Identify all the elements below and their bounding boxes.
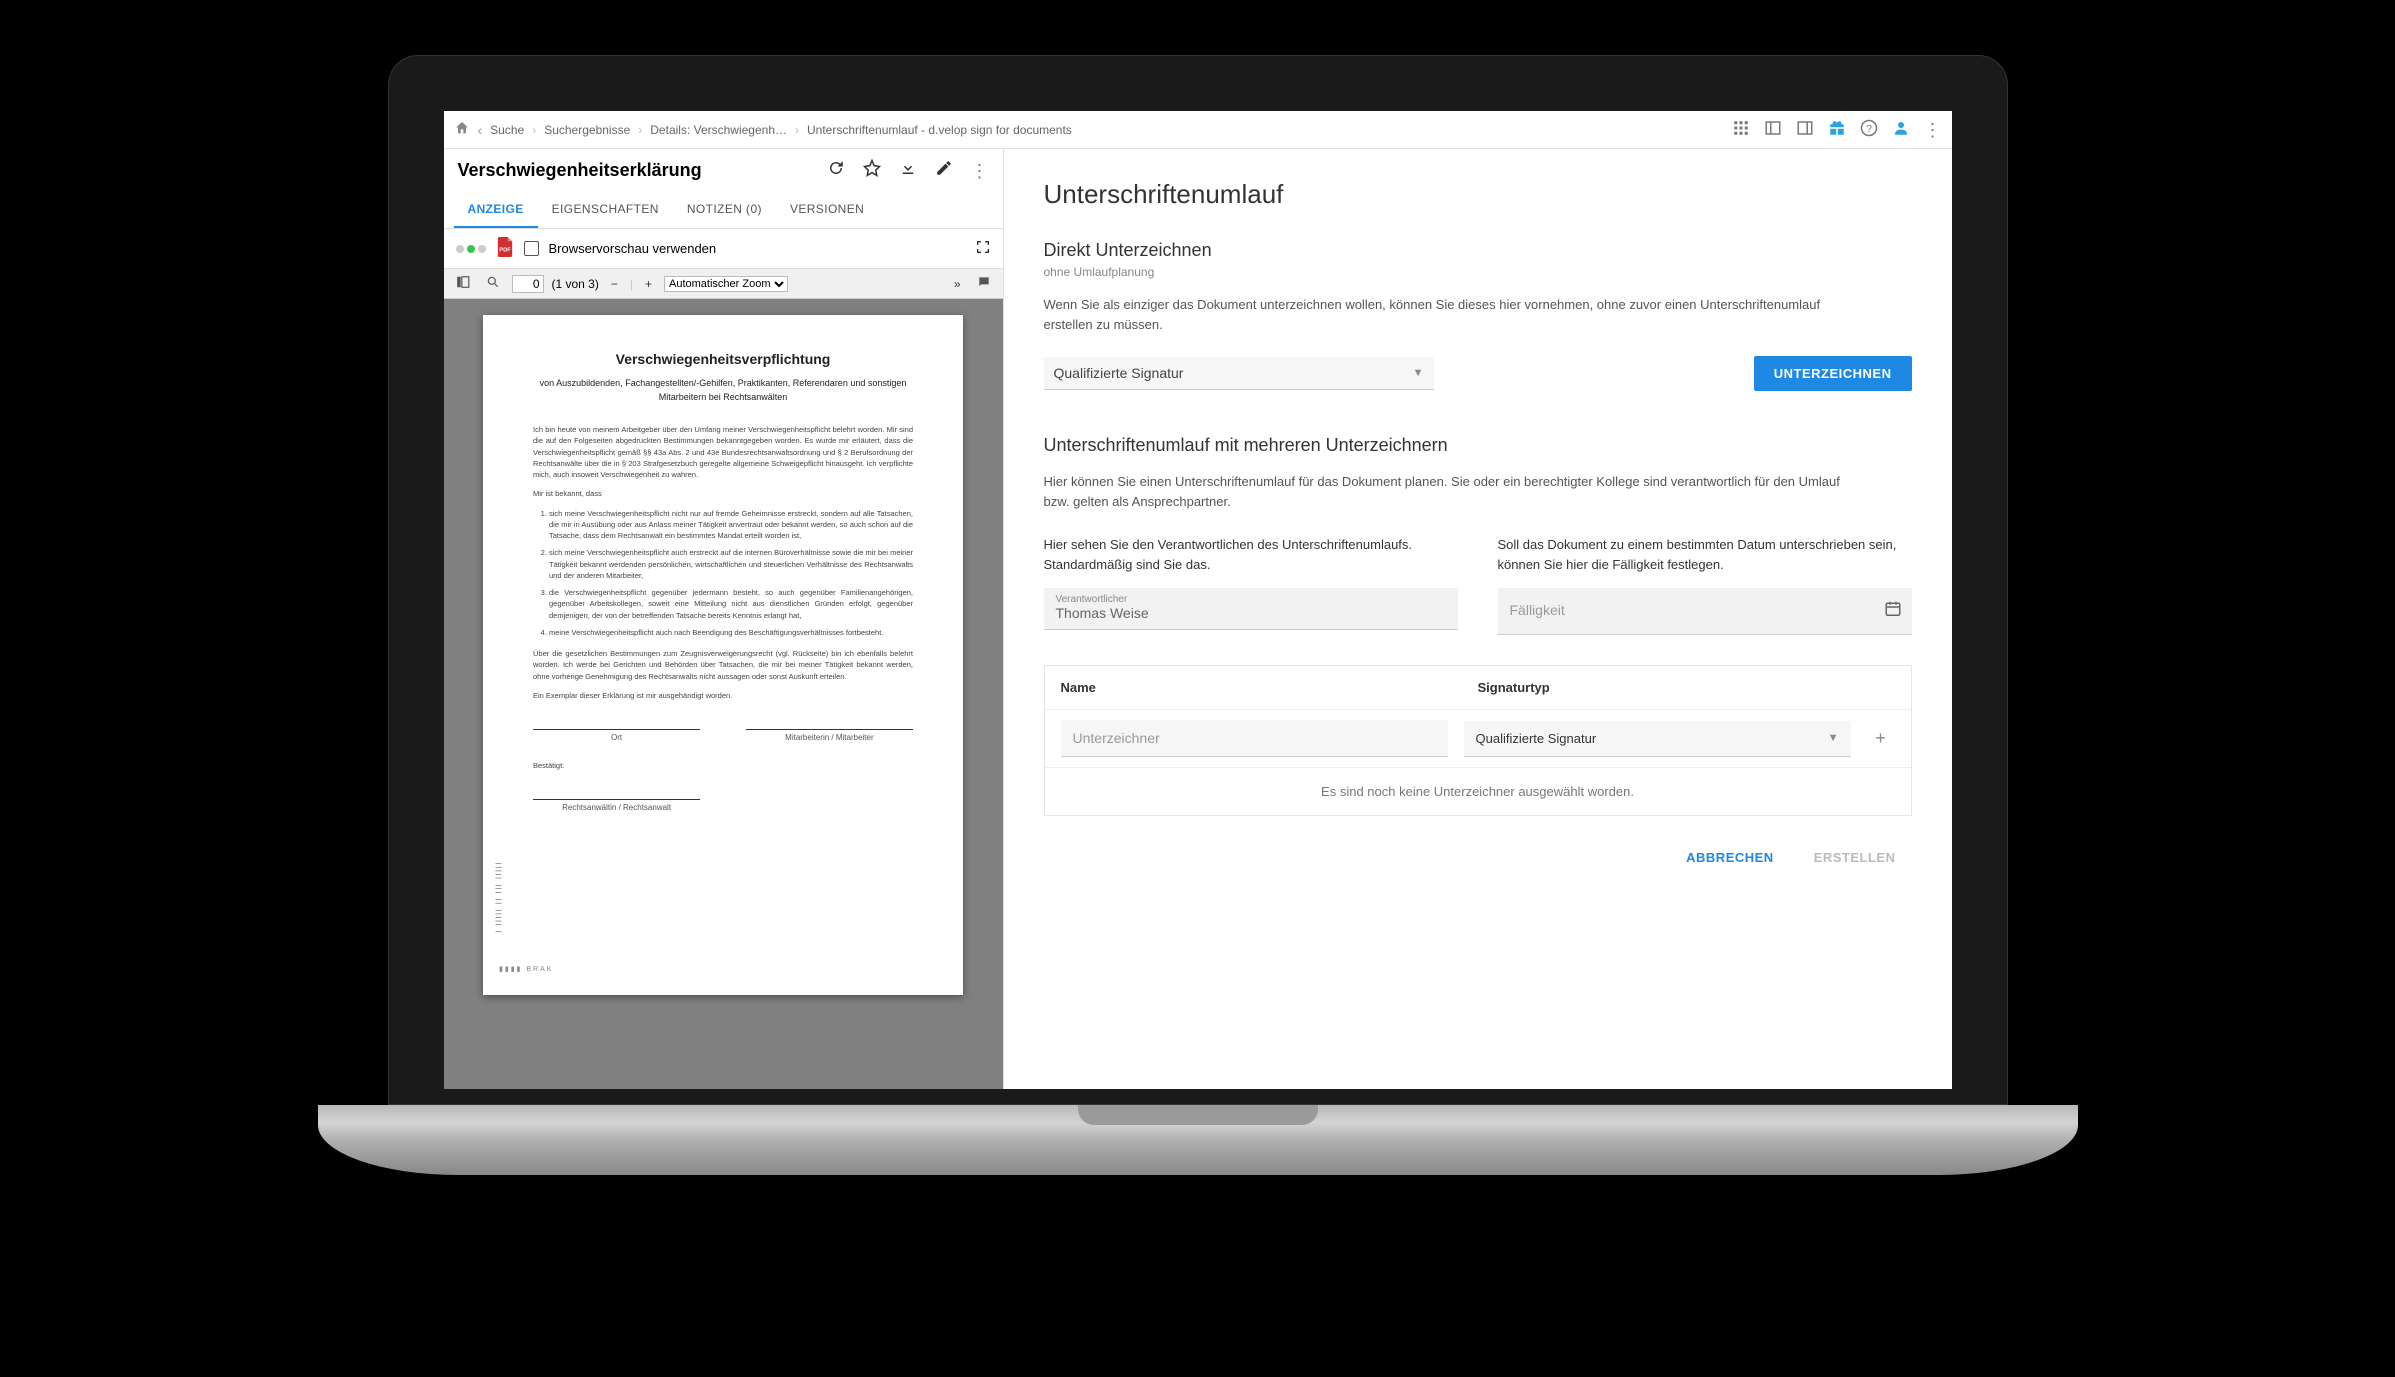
- pdf-signature-place: Ort: [533, 729, 700, 742]
- tab-eigenschaften[interactable]: EIGENSCHAFTEN: [538, 192, 673, 228]
- chevron-down-icon: ▼: [1828, 732, 1839, 744]
- pdf-search-icon[interactable]: [482, 273, 504, 294]
- multi-sign-description: Hier können Sie einen Unterschriftenumla…: [1044, 472, 1864, 511]
- pdf-brak-logo: ▮▮▮▮ BRAK: [499, 965, 553, 973]
- signer-input-row: Unterzeichner Qualifizierte Signatur ▼ +: [1045, 710, 1911, 768]
- pdf-page-input[interactable]: [512, 275, 544, 293]
- responsible-field[interactable]: Verantwortlicher Thomas Weise: [1044, 588, 1458, 630]
- pdf-list-item: meine Verschwiegenheitspflicht auch nach…: [549, 627, 913, 638]
- signer-sigtype-value: Qualifizierte Signatur: [1476, 731, 1597, 746]
- pdf-signature-lawyer: Rechtsanwältin / Rechtsanwalt: [533, 799, 700, 812]
- pdf-file-icon: PDF: [496, 237, 514, 260]
- sign-button[interactable]: UNTERZEICHNEN: [1754, 356, 1912, 391]
- responsible-value: Thomas Weise: [1056, 605, 1446, 621]
- home-icon[interactable]: [454, 120, 470, 139]
- breadcrumb-item[interactable]: Details: Verschwiegenh…: [650, 123, 787, 137]
- pdf-confirm-label: Bestätigt:: [533, 760, 913, 771]
- pdf-zoom-in-icon[interactable]: +: [641, 275, 656, 293]
- browser-preview-checkbox[interactable]: [524, 241, 539, 256]
- top-icon-group: ? ⋮: [1732, 119, 1942, 140]
- browser-preview-label: Browservorschau verwenden: [549, 241, 717, 256]
- pdf-chevron-right-icon[interactable]: »: [950, 275, 965, 293]
- pdf-list-item: sich meine Verschwiegenheitspflicht auch…: [549, 547, 913, 581]
- sidebar-layout-icon[interactable]: [1764, 119, 1782, 140]
- signature-type-select[interactable]: Qualifizierte Signatur ▼: [1044, 357, 1434, 390]
- pdf-page-count: (1 von 3): [552, 277, 599, 291]
- pdf-doc-title: Verschwiegenheitsverpflichtung: [533, 351, 913, 367]
- status-lights: [456, 245, 486, 253]
- calendar-icon: [1884, 600, 1902, 623]
- pdf-doc-subtitle: von Auszubildenden, Fachangestellten/-Ge…: [533, 377, 913, 404]
- gift-icon[interactable]: [1828, 119, 1846, 140]
- add-signer-button[interactable]: +: [1867, 725, 1895, 753]
- signature-type-value: Qualifizierte Signatur: [1054, 365, 1184, 381]
- pdf-list-item: sich meine Verschwiegenheitspflicht nich…: [549, 508, 913, 542]
- direct-sign-subheading: ohne Umlaufplanung: [1044, 265, 1912, 279]
- pdf-barcode: ||||| ||| || ||||| |: [495, 863, 501, 935]
- due-date-placeholder: Fälligkeit: [1510, 594, 1900, 626]
- pdf-comment-icon[interactable]: [973, 273, 995, 294]
- chevron-left-icon[interactable]: ‹: [478, 122, 483, 138]
- fullscreen-icon[interactable]: [975, 239, 991, 258]
- tab-versionen[interactable]: VERSIONEN: [776, 192, 878, 228]
- pdf-paragraph: Über die gesetzlichen Bestimmungen zum Z…: [533, 648, 913, 682]
- star-icon[interactable]: [863, 159, 881, 182]
- pdf-list-item: die Verschwiegenheitspflicht gegenüber j…: [549, 587, 913, 621]
- pdf-toolbar: (1 von 3) − | + Automatischer Zoom »: [444, 269, 1003, 299]
- top-bar: ‹ Suche › Suchergebnisse › Details: Vers…: [444, 111, 1952, 149]
- pdf-paragraph: Ich bin heute von meinem Arbeitgeber übe…: [533, 424, 913, 480]
- more-vertical-icon[interactable]: ⋮: [971, 162, 989, 180]
- download-icon[interactable]: [899, 159, 917, 182]
- tab-bar: ANZEIGE EIGENSCHAFTEN NOTIZEN (0) VERSIO…: [444, 192, 1003, 229]
- due-date-field[interactable]: Fälligkeit: [1498, 588, 1912, 635]
- responsible-label: Verantwortlicher: [1056, 594, 1446, 605]
- user-avatar-icon[interactable]: [1892, 119, 1910, 140]
- pdf-viewport[interactable]: Verschwiegenheitsverpflichtung von Auszu…: [444, 299, 1003, 1089]
- pdf-page: Verschwiegenheitsverpflichtung von Auszu…: [483, 315, 963, 995]
- breadcrumb-item[interactable]: Suchergebnisse: [544, 123, 630, 137]
- column-name-header: Name: [1061, 680, 1478, 695]
- pdf-zoom-out-icon[interactable]: −: [607, 275, 622, 293]
- edit-icon[interactable]: [935, 159, 953, 182]
- responsible-help-text: Hier sehen Sie den Verantwortlichen des …: [1044, 535, 1458, 574]
- tab-notizen[interactable]: NOTIZEN (0): [673, 192, 776, 228]
- signer-name-input[interactable]: Unterzeichner: [1061, 720, 1448, 757]
- create-button[interactable]: ERSTELLEN: [1798, 840, 1912, 875]
- pdf-paragraph: Mir ist bekannt, dass: [533, 488, 913, 499]
- breadcrumb-item[interactable]: Suche: [490, 123, 524, 137]
- page-title: Unterschriftenumlauf: [1044, 179, 1912, 210]
- due-date-help-text: Soll das Dokument zu einem bestimmten Da…: [1498, 535, 1912, 574]
- signature-workflow-panel: Unterschriftenumlauf Direkt Unterzeichne…: [1004, 149, 1952, 1089]
- pdf-sidebar-toggle-icon[interactable]: [452, 273, 474, 294]
- panel-layout-icon[interactable]: [1796, 119, 1814, 140]
- empty-signers-message: Es sind noch keine Unterzeichner ausgewä…: [1045, 768, 1911, 815]
- breadcrumb-item: Unterschriftenumlauf - d.velop sign for …: [807, 123, 1072, 137]
- more-vertical-icon[interactable]: ⋮: [1924, 121, 1942, 139]
- column-sigtype-header: Signaturtyp: [1478, 680, 1895, 695]
- cancel-button[interactable]: ABBRECHEN: [1670, 840, 1790, 875]
- apps-grid-icon[interactable]: [1732, 119, 1750, 140]
- signer-table: Name Signaturtyp Unterzeichner Qualifizi…: [1044, 665, 1912, 816]
- signer-sigtype-select[interactable]: Qualifizierte Signatur ▼: [1464, 721, 1851, 757]
- document-title: Verschwiegenheitserklärung: [458, 160, 813, 181]
- pdf-signature-employee: Mitarbeiterin / Mitarbeiter: [746, 729, 913, 742]
- tab-anzeige[interactable]: ANZEIGE: [454, 192, 538, 228]
- refresh-icon[interactable]: [827, 159, 845, 182]
- svg-text:PDF: PDF: [499, 247, 511, 253]
- pdf-zoom-select[interactable]: Automatischer Zoom: [664, 276, 788, 292]
- document-panel: Verschwiegenheitserklärung ⋮ ANZEIGE EIG…: [444, 149, 1004, 1089]
- pdf-paragraph: Ein Exemplar dieser Erklärung ist mir au…: [533, 690, 913, 701]
- breadcrumb: ‹ Suche › Suchergebnisse › Details: Vers…: [454, 120, 1072, 139]
- chevron-down-icon: ▼: [1413, 367, 1424, 379]
- direct-sign-heading: Direkt Unterzeichnen: [1044, 240, 1912, 261]
- svg-text:?: ?: [1866, 123, 1872, 135]
- direct-sign-description: Wenn Sie als einziger das Dokument unter…: [1044, 295, 1864, 334]
- help-icon[interactable]: ?: [1860, 119, 1878, 140]
- multi-sign-heading: Unterschriftenumlauf mit mehreren Unterz…: [1044, 435, 1912, 456]
